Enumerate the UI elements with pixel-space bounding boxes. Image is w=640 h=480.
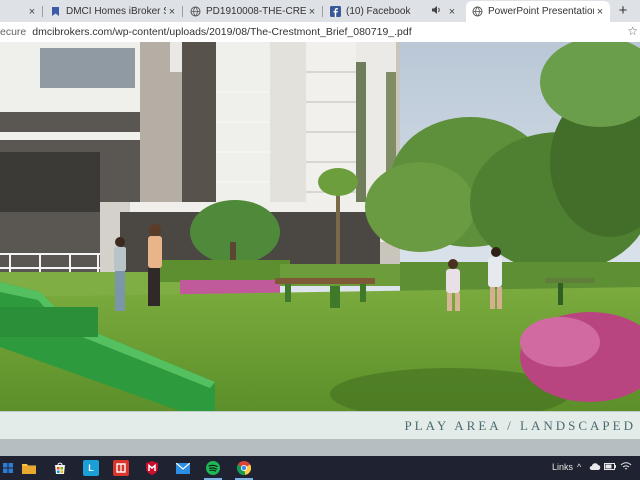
new-tab-button[interactable]: + xyxy=(614,2,632,20)
wifi-icon[interactable] xyxy=(620,462,632,473)
slide-caption: PLAY AREA / LANDSCAPED xyxy=(404,418,636,433)
figure-woman xyxy=(148,224,162,306)
close-icon[interactable]: × xyxy=(594,6,606,18)
tab-title: DMCI Homes iBroker Sales xyxy=(66,6,166,17)
start-icon[interactable] xyxy=(0,460,16,476)
caption-bar: PLAY AREA / LANDSCAPED xyxy=(0,411,640,439)
figure-child xyxy=(114,237,126,311)
links-toolbar-label[interactable]: Links xyxy=(552,462,573,472)
tab-separator xyxy=(182,6,183,17)
browser-tab-bar: × DMCI Homes iBroker Sales × PD1910008-T… xyxy=(0,0,640,22)
mcafee-icon[interactable] xyxy=(144,460,160,476)
bookmark-icon xyxy=(50,6,61,17)
close-icon[interactable]: × xyxy=(26,6,38,18)
bookmark-star-icon[interactable]: ☆ xyxy=(627,24,638,38)
tab-powerpoint-presentation[interactable]: PowerPoint Presentation × xyxy=(466,1,610,22)
address-bar[interactable]: ecure dmcibrokers.com/wp-content/uploads… xyxy=(0,22,640,42)
pdf-slide-viewport[interactable]: PLAY AREA / LANDSCAPED xyxy=(0,42,640,456)
pdf-page-gap xyxy=(0,439,640,456)
file-explorer-icon[interactable] xyxy=(21,460,37,476)
tab-crestmont-pdf[interactable]: PD1910008-THE-CRESTMONT × xyxy=(184,1,322,22)
battery-icon[interactable] xyxy=(604,462,616,472)
security-indicator[interactable]: ecure xyxy=(0,26,26,38)
rendering-illustration xyxy=(0,42,640,420)
close-icon[interactable]: × xyxy=(306,6,318,18)
tab-partial[interactable]: × xyxy=(0,1,42,22)
chrome-icon[interactable] xyxy=(236,460,252,476)
chevron-up-icon[interactable]: ^ xyxy=(577,462,581,472)
globe-icon xyxy=(472,6,483,17)
tab-title: PD1910008-THE-CRESTMONT xyxy=(206,6,306,17)
tab-facebook[interactable]: (10) Facebook × xyxy=(324,1,462,22)
mail-icon[interactable] xyxy=(175,460,191,476)
globe-icon xyxy=(190,6,201,17)
tab-title: (10) Facebook xyxy=(346,6,411,17)
l-app-icon[interactable]: L xyxy=(83,460,99,476)
close-icon[interactable]: × xyxy=(166,6,178,18)
tab-title: PowerPoint Presentation xyxy=(488,6,594,17)
spotify-icon[interactable] xyxy=(205,460,221,476)
close-icon[interactable]: × xyxy=(446,6,458,18)
tab-separator xyxy=(322,6,323,17)
facebook-icon xyxy=(330,6,341,17)
url-text[interactable]: dmcibrokers.com/wp-content/uploads/2019/… xyxy=(32,26,411,38)
windows-taskbar: L Links ^ xyxy=(0,456,640,480)
tab-dmci-ibroker[interactable]: DMCI Homes iBroker Sales × xyxy=(44,1,182,22)
tab-separator xyxy=(42,6,43,17)
office-icon[interactable] xyxy=(113,460,129,476)
cloud-icon[interactable] xyxy=(589,462,601,472)
store-icon[interactable] xyxy=(52,460,68,476)
speaker-icon[interactable] xyxy=(430,5,442,18)
